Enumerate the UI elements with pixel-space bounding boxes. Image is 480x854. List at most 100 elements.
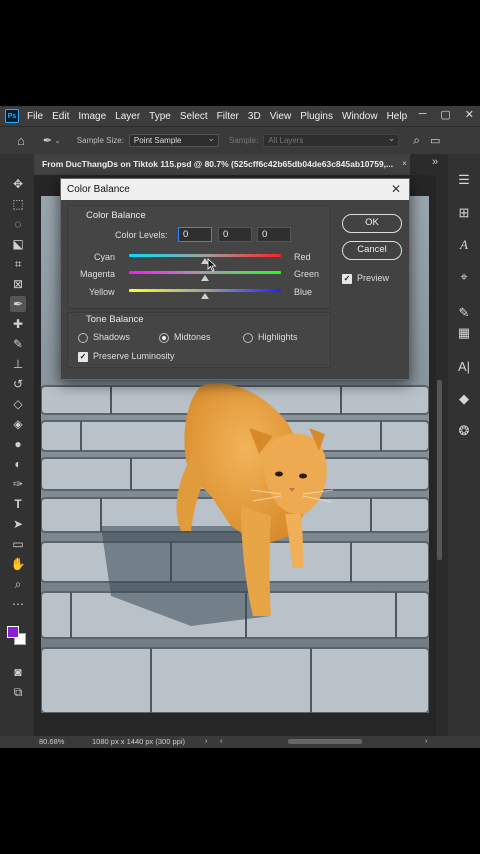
eyedropper-tool-icon[interactable]: ✒	[10, 296, 26, 312]
vertical-scrollbar[interactable]	[437, 380, 442, 560]
menu-image[interactable]: Image	[78, 111, 106, 122]
magenta-green-slider-thumb[interactable]	[201, 275, 209, 281]
menu-filter[interactable]: Filter	[217, 111, 239, 122]
crop-tool-icon[interactable]: ⌗	[10, 256, 26, 272]
brushes-icon[interactable]: ✎	[455, 304, 473, 322]
yellow-blue-slider-track[interactable]	[129, 289, 281, 292]
color-balance-dialog: Color Balance ✕ Color Balance Color Leve…	[60, 178, 410, 380]
close-window-icon[interactable]: ✕	[465, 108, 474, 121]
properties-icon[interactable]: ☰	[455, 171, 473, 189]
eyedropper-tool-icon[interactable]: ✒	[43, 134, 52, 147]
preserve-luminosity-label[interactable]: Preserve Luminosity	[93, 351, 175, 361]
pen-tool-icon[interactable]: ✑	[10, 476, 26, 492]
lasso-tool-icon[interactable]: ◌	[10, 216, 26, 232]
midtones-radio[interactable]	[159, 333, 169, 343]
paths-icon[interactable]: ⌖	[455, 268, 473, 286]
document-tab[interactable]: From DucThangDs on Tiktok 115.psd @ 80.7…	[34, 154, 410, 175]
libraries-icon[interactable]: ⊞	[455, 204, 473, 222]
object-selection-tool-icon[interactable]: ⬕	[10, 236, 26, 252]
color-balance-group: Color Balance Color Levels: 0 0 0 Cyan R…	[67, 205, 331, 309]
type-tool-icon[interactable]: T	[10, 496, 26, 512]
blur-tool-icon[interactable]: ●	[10, 436, 26, 452]
eraser-tool-icon[interactable]: ◇	[10, 396, 26, 412]
menu-help[interactable]: Help	[387, 111, 408, 122]
search-icon[interactable]: ⌕	[413, 133, 420, 148]
preserve-luminosity-checkbox[interactable]: ✓	[78, 352, 88, 362]
menu-bar: Ps File Edit Image Layer Type Select Fil…	[0, 106, 480, 126]
green-label: Green	[294, 269, 320, 279]
dialog-close-icon[interactable]: ✕	[391, 182, 401, 196]
marquee-tool-icon[interactable]: ⬚	[10, 196, 26, 212]
expand-panels-icon[interactable]: »	[432, 156, 438, 168]
highlights-radio[interactable]	[243, 333, 253, 343]
tools-panel: ✥ ⬚ ◌ ⬕ ⌗ ⊠ ✒ ✚ ✎ ⊥ ↺ ◇ ◈ ● ◐ ✑ T ➤ ▭ ✋ …	[0, 154, 34, 736]
paint-bucket-tool-icon[interactable]: ◈	[10, 416, 26, 432]
preview-label[interactable]: Preview	[357, 273, 389, 283]
quick-mask-icon[interactable]: ◙	[10, 664, 26, 680]
scroll-left-icon[interactable]: ‹	[220, 736, 223, 745]
rectangle-tool-icon[interactable]: ▭	[10, 536, 26, 552]
frame-tool-icon[interactable]: ⊠	[10, 276, 26, 292]
status-menu-chevron-icon[interactable]: ›	[205, 736, 208, 745]
hand-tool-icon[interactable]: ✋	[10, 556, 26, 572]
preview-checkbox[interactable]: ✓	[342, 274, 352, 284]
yellow-blue-level-input[interactable]: 0	[257, 227, 291, 242]
move-tool-icon[interactable]: ✥	[10, 176, 26, 192]
clone-stamp-tool-icon[interactable]: ⊥	[10, 356, 26, 372]
shadows-label[interactable]: Shadows	[93, 332, 130, 342]
dodge-tool-icon[interactable]: ◐	[10, 456, 26, 472]
scroll-right-icon[interactable]: ›	[425, 736, 428, 745]
menu-file[interactable]: File	[27, 111, 43, 122]
tone-balance-group-title: Tone Balance	[86, 314, 144, 325]
path-selection-tool-icon[interactable]: ➤	[10, 516, 26, 532]
close-document-icon[interactable]: ×	[402, 158, 407, 168]
yellow-blue-slider-thumb[interactable]	[201, 293, 209, 299]
magenta-label: Magenta	[80, 269, 116, 279]
foreground-color-swatch[interactable]	[7, 626, 19, 638]
highlights-label[interactable]: Highlights	[258, 332, 298, 342]
photoshop-logo-icon: Ps	[5, 109, 19, 123]
sample-label: Sample:	[228, 136, 259, 145]
cancel-button[interactable]: Cancel	[342, 241, 402, 260]
menu-view[interactable]: View	[270, 111, 292, 122]
brush-tool-icon[interactable]: ✎	[10, 336, 26, 352]
menu-layer[interactable]: Layer	[115, 111, 140, 122]
ok-button[interactable]: OK	[342, 214, 402, 233]
shadows-radio[interactable]	[78, 333, 88, 343]
glyphs-icon[interactable]: A	[455, 236, 473, 254]
cyan-red-level-input[interactable]: 0	[178, 227, 212, 242]
menu-type[interactable]: Type	[149, 111, 171, 122]
history-brush-tool-icon[interactable]: ↺	[10, 376, 26, 392]
sample-layers-select[interactable]: All Layers	[263, 133, 400, 147]
red-label: Red	[294, 252, 311, 262]
zoom-tool-icon[interactable]: ⌕	[10, 576, 26, 592]
minimize-icon[interactable]: ─	[419, 108, 427, 121]
horizontal-scrollbar[interactable]	[288, 739, 362, 744]
menu-edit[interactable]: Edit	[52, 111, 69, 122]
zoom-level[interactable]: 80.68%	[39, 737, 64, 746]
tool-preset-chevron-icon[interactable]: ⌄	[54, 136, 61, 145]
cyan-red-slider-track[interactable]	[129, 254, 281, 257]
menu-3d[interactable]: 3D	[248, 111, 261, 122]
menu-select[interactable]: Select	[180, 111, 208, 122]
workspace-icon[interactable]: ▭	[430, 134, 440, 147]
sample-size-select[interactable]: Point Sample	[128, 133, 219, 147]
menu-plugins[interactable]: Plugins	[300, 111, 333, 122]
magenta-green-level-input[interactable]: 0	[218, 227, 252, 242]
right-panel-dock: ☰ ⊞ A ⌖ ✎ ▦ A| ◆ ❂	[448, 154, 480, 736]
swatches-icon[interactable]: ▦	[455, 324, 473, 342]
mouse-cursor-icon	[207, 258, 217, 272]
midtones-label[interactable]: Midtones	[174, 332, 211, 342]
magenta-green-slider-track[interactable]	[129, 271, 281, 274]
channels-icon[interactable]: ❂	[455, 422, 473, 440]
layers-icon[interactable]: ◆	[455, 390, 473, 408]
home-icon[interactable]: ⌂	[17, 133, 25, 148]
more-tools-icon[interactable]: ⋯	[10, 596, 26, 612]
healing-brush-tool-icon[interactable]: ✚	[10, 316, 26, 332]
status-bar: 80.68% 1080 px x 1440 px (300 ppi) › ‹ ›	[0, 736, 480, 748]
character-icon[interactable]: A|	[455, 358, 473, 376]
maximize-icon[interactable]: ▢	[440, 108, 450, 121]
sample-size-label: Sample Size:	[76, 136, 124, 145]
screen-mode-icon[interactable]: ⧉	[10, 684, 26, 700]
menu-window[interactable]: Window	[342, 111, 378, 122]
